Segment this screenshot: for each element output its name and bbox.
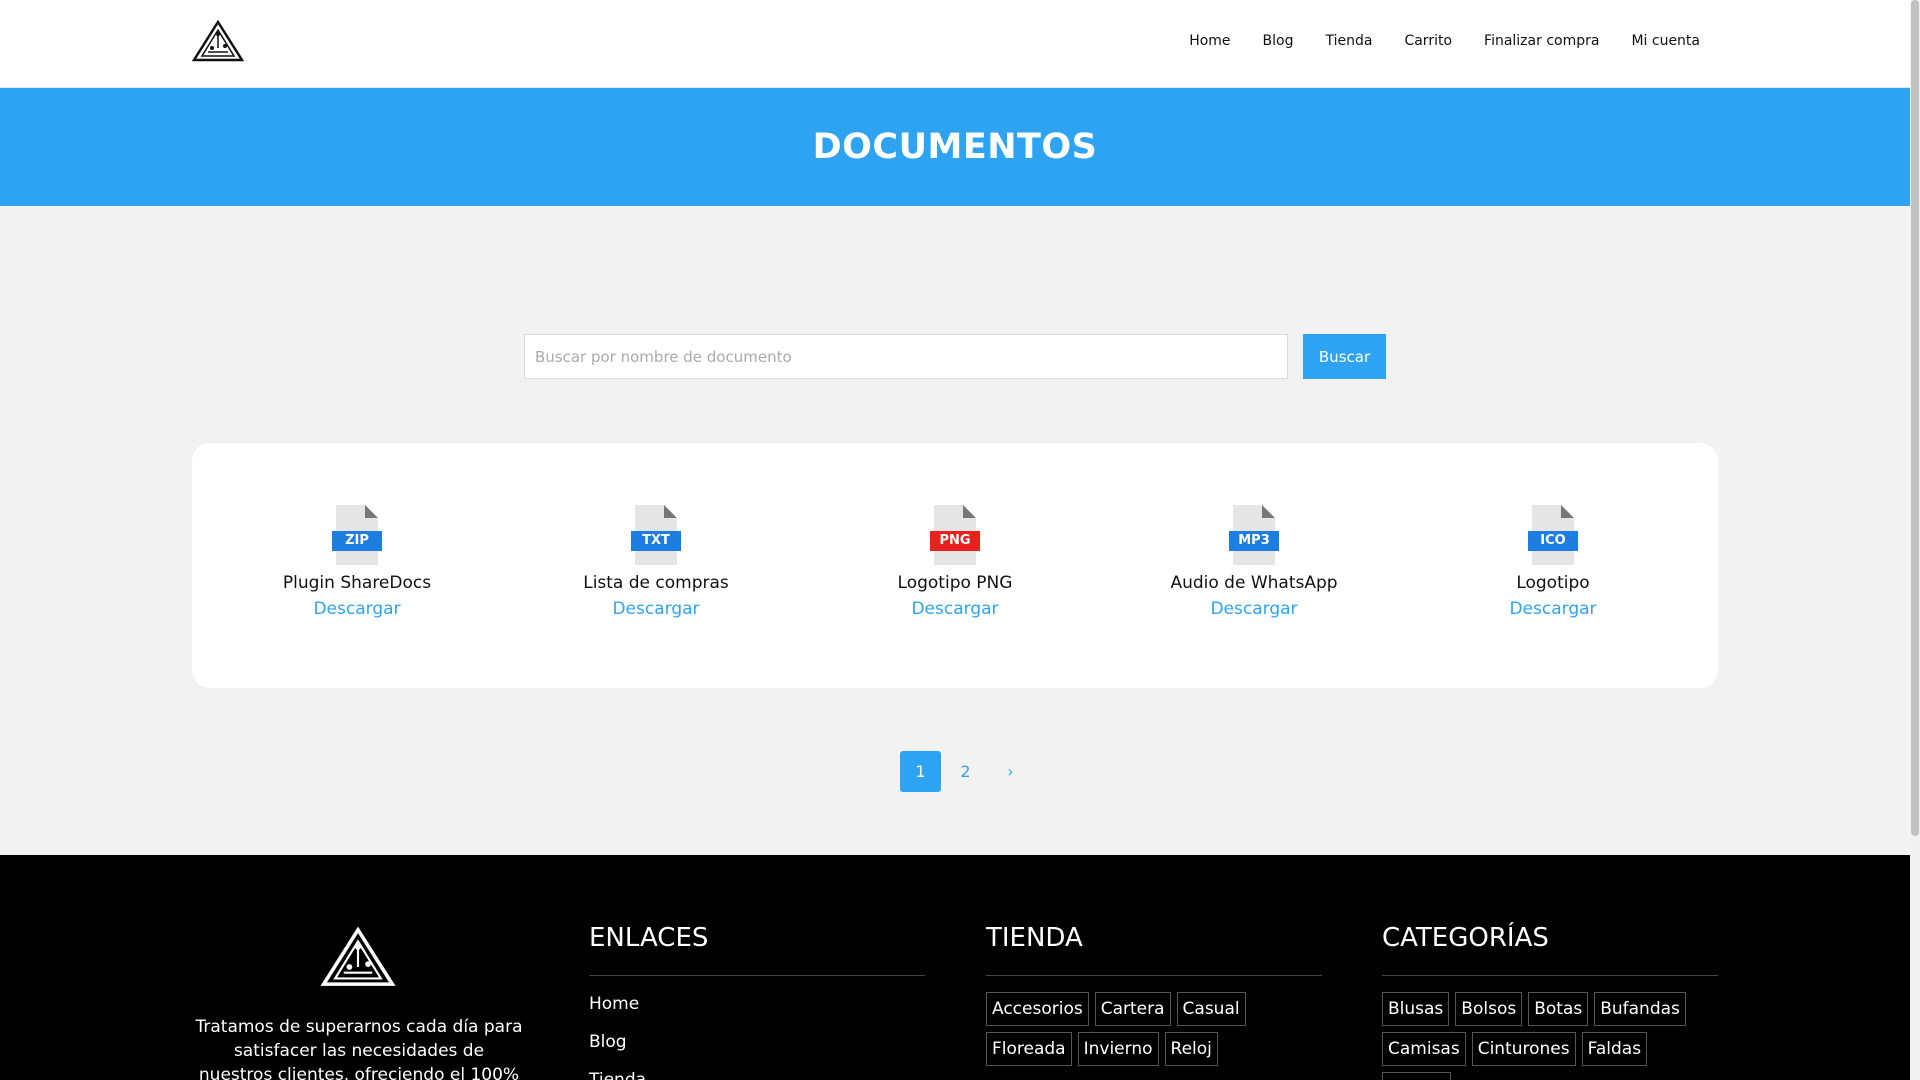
download-link[interactable]: Descargar xyxy=(1210,599,1297,619)
ico-file-icon[interactable]: ICO xyxy=(1528,505,1578,565)
page-2-button[interactable]: 2 xyxy=(945,751,986,792)
document-item-mp3: MP3 Audio de WhatsApp Descargar xyxy=(1139,505,1369,619)
tag-casual[interactable]: Casual xyxy=(1176,992,1246,1026)
document-item-txt: TXT Lista de compras Descargar xyxy=(541,505,771,619)
footer-link-blog[interactable]: Blog xyxy=(589,1032,925,1052)
footer-enlaces-title: ENLACES xyxy=(589,923,925,976)
footer-about-text: Tratamos de superarnos cada día para sat… xyxy=(195,1017,523,1080)
tag-faldas[interactable]: Faldas xyxy=(1581,1032,1648,1066)
main-nav: Home Blog Tienda Carrito Finalizar compr… xyxy=(1189,33,1700,49)
scrollbar-thumb[interactable] xyxy=(1911,0,1919,836)
tag-gorras[interactable]: Gorras xyxy=(1382,1072,1451,1080)
nav-home[interactable]: Home xyxy=(1189,33,1230,49)
page-1-button[interactable]: 1 xyxy=(900,751,941,792)
document-title: Plugin ShareDocs xyxy=(282,573,432,593)
footer-tienda-title: TIENDA xyxy=(986,923,1322,976)
tag-cartera[interactable]: Cartera xyxy=(1094,992,1171,1026)
nav-carrito[interactable]: Carrito xyxy=(1404,33,1452,49)
footer-enlaces: ENLACES Home Blog Tienda xyxy=(589,923,925,1080)
document-title: Logotipo PNG xyxy=(897,573,1013,593)
png-file-icon[interactable]: PNG xyxy=(930,505,980,565)
tag-floreada[interactable]: Floreada xyxy=(986,1032,1072,1066)
documents-card: ZIP Plugin ShareDocs Descargar TXT Lista… xyxy=(192,443,1718,688)
tag-reloj[interactable]: Reloj xyxy=(1164,1032,1218,1066)
nav-mi-cuenta[interactable]: Mi cuenta xyxy=(1631,33,1700,49)
footer-link-tienda[interactable]: Tienda xyxy=(589,1070,925,1080)
download-link[interactable]: Descargar xyxy=(612,599,699,619)
pagination: 1 2 › xyxy=(900,751,1031,792)
tag-blusas[interactable]: Blusas xyxy=(1382,992,1450,1026)
nav-blog[interactable]: Blog xyxy=(1263,33,1294,49)
tag-cinturones[interactable]: Cinturones xyxy=(1471,1032,1576,1066)
mp3-file-icon[interactable]: MP3 xyxy=(1229,505,1279,565)
site-header: Home Blog Tienda Carrito Finalizar compr… xyxy=(0,0,1910,88)
document-title: Logotipo xyxy=(1516,573,1590,593)
nav-tienda[interactable]: Tienda xyxy=(1325,33,1372,49)
download-link[interactable]: Descargar xyxy=(911,599,998,619)
next-page-button[interactable]: › xyxy=(990,751,1031,792)
txt-file-icon[interactable]: TXT xyxy=(631,505,681,565)
document-title: Audio de WhatsApp xyxy=(1170,573,1338,593)
download-link[interactable]: Descargar xyxy=(1509,599,1596,619)
tag-bufandas[interactable]: Bufandas xyxy=(1594,992,1686,1026)
hero-banner: DOCUMENTOS xyxy=(0,88,1910,206)
footer-categorias: CATEGORÍAS Blusas Bolsos Botas Bufandas … xyxy=(1382,923,1718,1080)
site-footer: Tratamos de superarnos cada día para sat… xyxy=(0,855,1910,1080)
document-item-zip: ZIP Plugin ShareDocs Descargar xyxy=(242,505,472,619)
triangle-circuit-logo-icon[interactable] xyxy=(192,20,244,62)
page-scrollbar[interactable] xyxy=(1910,0,1920,1080)
tag-bolsos[interactable]: Bolsos xyxy=(1455,992,1523,1026)
tag-accesorios[interactable]: Accesorios xyxy=(986,992,1089,1026)
document-item-png: PNG Logotipo PNG Descargar xyxy=(840,505,1070,619)
download-link[interactable]: Descargar xyxy=(313,599,400,619)
triangle-circuit-logo-icon xyxy=(320,927,396,986)
footer-tienda: TIENDA Accesorios Cartera Casual Floread… xyxy=(986,923,1322,1066)
document-item-ico: ICO Logotipo Descargar xyxy=(1438,505,1668,619)
tag-botas[interactable]: Botas xyxy=(1528,992,1589,1026)
zip-file-icon[interactable]: ZIP xyxy=(332,505,382,565)
footer-link-home[interactable]: Home xyxy=(589,994,925,1014)
tag-invierno[interactable]: Invierno xyxy=(1077,1032,1159,1066)
document-title: Lista de compras xyxy=(583,573,729,593)
search-button[interactable]: Buscar xyxy=(1303,334,1386,379)
search-input[interactable] xyxy=(524,334,1288,379)
nav-finalizar-compra[interactable]: Finalizar compra xyxy=(1484,33,1599,49)
tag-camisas[interactable]: Camisas xyxy=(1382,1032,1466,1066)
footer-categorias-title: CATEGORÍAS xyxy=(1382,923,1718,976)
page-title: DOCUMENTOS xyxy=(812,127,1098,167)
